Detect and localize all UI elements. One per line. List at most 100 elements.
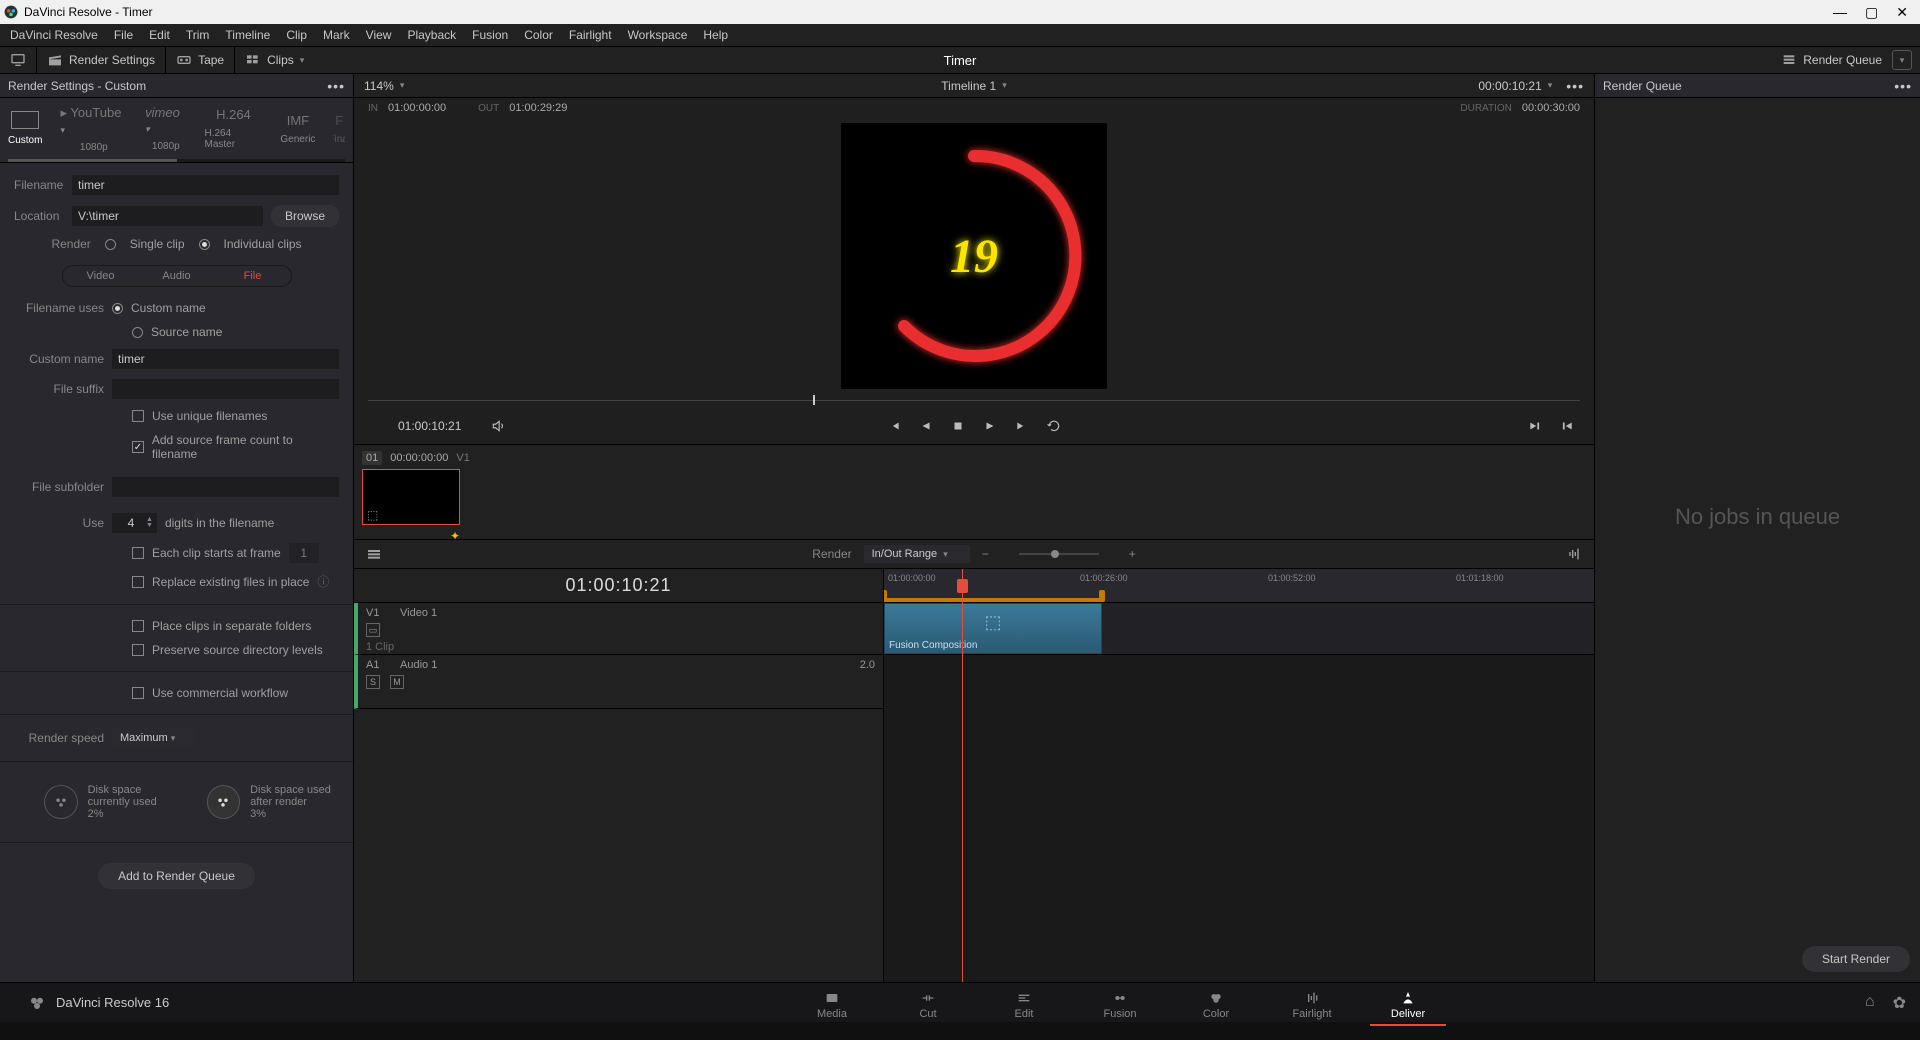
menu-timeline[interactable]: Timeline	[225, 28, 270, 42]
tab-video[interactable]: Video	[63, 266, 139, 286]
viewer[interactable]: 19	[354, 118, 1594, 394]
page-fusion[interactable]: Fusion	[1072, 986, 1168, 1020]
commercial-check[interactable]	[132, 687, 144, 699]
timeline-ruler[interactable]: 01:00:00:00 01:00:26:00 01:00:52:00 01:0…	[884, 569, 1594, 603]
menu-workspace[interactable]: Workspace	[628, 28, 688, 42]
menu-view[interactable]: View	[366, 28, 392, 42]
audio-waveform-icon[interactable]	[1566, 546, 1582, 562]
browse-button[interactable]: Browse	[271, 205, 339, 227]
info-icon[interactable]: ⓘ	[317, 573, 329, 590]
preset-custom[interactable]: Custom	[8, 111, 42, 146]
in-out-range[interactable]	[884, 598, 1102, 602]
separate-folders-check[interactable]	[132, 620, 144, 632]
source-name-radio[interactable]	[132, 327, 143, 338]
add-to-queue-button[interactable]: Add to Render Queue	[98, 863, 255, 889]
menu-file[interactable]: File	[114, 28, 133, 42]
page-media[interactable]: Media	[784, 986, 880, 1020]
viewer-scrubber[interactable]	[354, 394, 1594, 408]
stop-button[interactable]	[951, 419, 965, 433]
viewer-options-button[interactable]: •••	[1566, 78, 1584, 94]
timeline-name[interactable]: Timeline 1	[941, 79, 996, 93]
clip-thumbnail[interactable]: ⬚	[362, 469, 460, 525]
jump-start-button[interactable]	[1560, 419, 1574, 433]
menu-clip[interactable]: Clip	[286, 28, 307, 42]
digits-input[interactable]	[116, 513, 146, 533]
file-suffix-input[interactable]	[112, 379, 339, 399]
menu-mark[interactable]: Mark	[323, 28, 350, 42]
preset-h264[interactable]: H.264 H.264 Master	[204, 107, 262, 150]
zoom-slider[interactable]	[1019, 553, 1099, 555]
tape-toggle[interactable]: Tape	[166, 47, 235, 73]
solo-button[interactable]: S	[366, 675, 380, 689]
individual-clips-radio[interactable]	[199, 239, 210, 250]
menu-fairlight[interactable]: Fairlight	[569, 28, 612, 42]
timeline-clip[interactable]: ⬚ Fusion Composition	[884, 603, 1102, 654]
replace-check[interactable]	[132, 576, 144, 588]
zoom-out-button[interactable]: −	[982, 547, 989, 561]
header-timecode[interactable]: 00:00:10:21	[1478, 79, 1541, 93]
video-track[interactable]: ⬚ Fusion Composition	[884, 603, 1594, 655]
clips-toggle[interactable]: Clips ▾	[235, 47, 314, 73]
each-start-input[interactable]	[289, 543, 319, 563]
close-button[interactable]: ✕	[1896, 4, 1908, 21]
audio-track-header[interactable]: A1 Audio 1 2.0 S M	[354, 655, 883, 709]
preserve-dir-check[interactable]	[132, 644, 144, 656]
minimize-button[interactable]: —	[1833, 4, 1847, 21]
loop-button[interactable]	[1047, 419, 1061, 433]
render-speed-select[interactable]: Maximum ▾	[112, 729, 197, 747]
audio-icon[interactable]	[491, 419, 505, 433]
single-clip-radio[interactable]	[105, 239, 116, 250]
maximize-button[interactable]: ▢	[1865, 4, 1878, 21]
page-fairlight[interactable]: Fairlight	[1264, 986, 1360, 1020]
expand-button[interactable]: ▾	[1892, 50, 1912, 70]
menu-fusion[interactable]: Fusion	[472, 28, 508, 42]
chevron-down-icon[interactable]: ▾	[1548, 80, 1553, 91]
custom-name-radio[interactable]	[112, 303, 123, 314]
filename-input[interactable]	[72, 175, 339, 195]
preset-vimeo[interactable]: vimeo ▾ 1080p	[145, 105, 186, 152]
preset-youtube[interactable]: ▸ YouTube ▾ 1080p	[60, 105, 127, 153]
preset-final[interactable]: F Final	[333, 113, 345, 145]
zoom-in-button[interactable]: +	[1129, 547, 1136, 561]
home-button[interactable]: ⌂	[1865, 993, 1875, 1013]
location-input[interactable]	[72, 206, 263, 226]
page-color[interactable]: Color	[1168, 986, 1264, 1020]
toolbar-monitor[interactable]	[0, 47, 37, 73]
menu-edit[interactable]: Edit	[149, 28, 170, 42]
page-deliver[interactable]: Deliver	[1360, 986, 1456, 1020]
render-queue-toggle[interactable]: Render Queue	[1781, 52, 1882, 68]
tab-audio[interactable]: Audio	[139, 266, 215, 286]
render-settings-toggle[interactable]: Render Settings	[37, 47, 166, 73]
menu-color[interactable]: Color	[524, 28, 553, 42]
playhead[interactable]	[962, 569, 963, 982]
zoom-value[interactable]: 114%	[364, 79, 394, 93]
menu-trim[interactable]: Trim	[186, 28, 210, 42]
settings-button[interactable]: ✿	[1893, 993, 1906, 1013]
mute-button[interactable]: M	[390, 675, 404, 689]
each-start-check[interactable]	[132, 547, 144, 559]
track-lock-icon[interactable]: ▭	[366, 623, 380, 637]
timeline-timecode[interactable]: 01:00:10:21	[354, 569, 883, 603]
digits-stepper[interactable]: ▲▼	[146, 517, 153, 529]
start-render-button[interactable]: Start Render	[1802, 946, 1910, 972]
timeline-view-icon[interactable]	[366, 546, 382, 562]
page-cut[interactable]: Cut	[880, 986, 976, 1020]
video-track-header[interactable]: V1 Video 1 ▭ 1 Clip	[354, 603, 883, 655]
add-src-count-check[interactable]: ✓	[132, 441, 144, 453]
unique-filenames-check[interactable]	[132, 410, 144, 422]
chevron-down-icon[interactable]: ▾	[400, 80, 405, 91]
menu-help[interactable]: Help	[703, 28, 728, 42]
preset-scrollbar[interactable]	[8, 159, 345, 162]
preset-imf[interactable]: IMF Generic	[280, 113, 315, 145]
panel-options-button[interactable]: •••	[327, 78, 345, 94]
chevron-down-icon[interactable]: ▾	[1002, 80, 1007, 91]
tab-file[interactable]: File	[215, 266, 291, 286]
queue-options-button[interactable]: •••	[1894, 78, 1912, 94]
menu-davinci[interactable]: DaVinci Resolve	[10, 28, 98, 42]
next-clip-button[interactable]	[1015, 419, 1029, 433]
custom-name-input[interactable]	[112, 349, 339, 369]
page-edit[interactable]: Edit	[976, 986, 1072, 1020]
play-back-button[interactable]	[919, 419, 933, 433]
subfolder-input[interactable]	[112, 477, 339, 497]
menu-playback[interactable]: Playback	[407, 28, 456, 42]
